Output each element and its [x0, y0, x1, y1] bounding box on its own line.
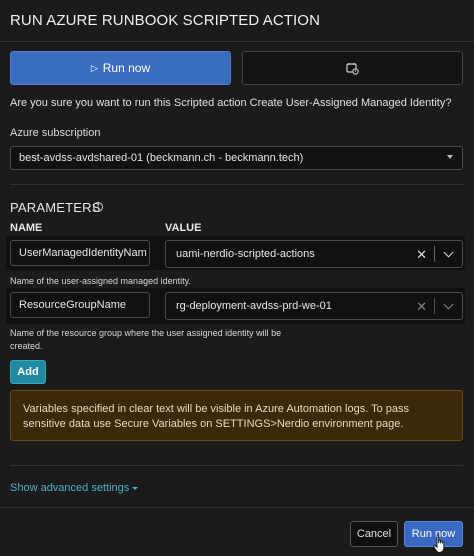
divider — [10, 465, 463, 466]
play-icon: ▷ — [90, 62, 98, 73]
subscription-select[interactable]: best-avdss-avdshared-01 (beckmann.ch - b… — [10, 146, 463, 170]
value-column-header: VALUE — [165, 222, 202, 234]
show-advanced-settings-link[interactable]: Show advanced settings — [10, 482, 139, 494]
add-parameter-button[interactable]: Add — [10, 360, 46, 384]
cancel-button[interactable]: Cancel — [350, 521, 398, 547]
chevron-down-icon[interactable] — [443, 299, 454, 310]
info-icon[interactable]: i — [93, 202, 103, 212]
subscription-value: best-avdss-avdshared-01 (beckmann.ch - b… — [19, 152, 304, 164]
caret-down-icon — [132, 486, 139, 490]
parameter-description: Name of the user-assigned managed identi… — [10, 276, 191, 286]
dialog-header: RUN AZURE RUNBOOK SCRIPTED ACTION — [0, 0, 474, 42]
clear-icon[interactable]: ✕ — [416, 299, 427, 315]
hand-cursor-icon — [433, 534, 445, 553]
separator — [434, 246, 435, 262]
tab-schedule[interactable] — [242, 51, 463, 85]
chevron-down-icon[interactable] — [443, 247, 454, 258]
parameter-name-field[interactable]: ResourceGroupName — [10, 292, 150, 318]
clear-icon[interactable]: ✕ — [416, 247, 427, 263]
footer-divider — [0, 507, 474, 508]
parameter-description: Name of the resource group where the use… — [10, 328, 282, 351]
dropdown-arrow-icon — [447, 155, 453, 159]
parameter-name-field[interactable]: UserManagedIdentityNam — [10, 240, 150, 266]
parameter-value-select[interactable]: uami-nerdio-scripted-actions ✕ — [165, 240, 463, 268]
parameters-title: PARAMETERS — [10, 200, 101, 215]
subscription-label: Azure subscription — [10, 127, 101, 139]
parameter-value: rg-deployment-avdss-prd-we-01 — [176, 300, 332, 312]
name-column-header: NAME — [10, 222, 43, 234]
confirm-text: Are you sure you want to run this Script… — [10, 97, 452, 109]
parameter-value-select[interactable]: rg-deployment-avdss-prd-we-01 ✕ — [165, 292, 463, 320]
warning-banner: Variables specified in clear text will b… — [10, 390, 463, 441]
calendar-clock-icon — [346, 62, 359, 75]
dialog-title: RUN AZURE RUNBOOK SCRIPTED ACTION — [10, 12, 321, 29]
tab-run-now[interactable]: ▷ Run now — [10, 51, 231, 85]
tab-run-now-label: Run now — [102, 61, 151, 75]
advanced-settings-label: Show advanced settings — [10, 482, 130, 494]
divider — [10, 184, 463, 185]
separator — [434, 298, 435, 314]
parameter-value: uami-nerdio-scripted-actions — [176, 248, 315, 260]
